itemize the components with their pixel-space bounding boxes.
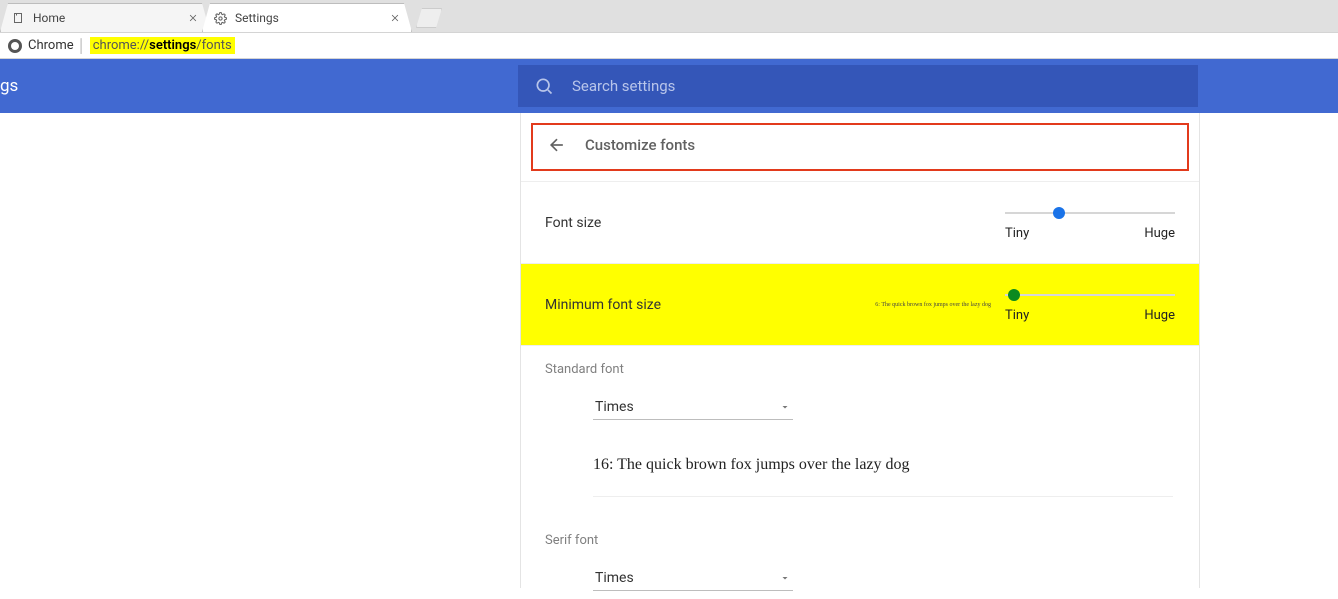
standard-font-sample: 16: The quick brown fox jumps over the l… xyxy=(593,450,1173,497)
minimum-font-size-row: Minimum font size 6: The quick brown fox… xyxy=(521,264,1199,346)
omnibox-row: Chrome │ chrome://settings/fonts xyxy=(0,32,1338,59)
tab-home[interactable]: Home xyxy=(0,3,210,32)
omnibox-url[interactable]: chrome://settings/fonts xyxy=(90,37,235,54)
serif-font-label: Serif font xyxy=(545,533,1175,548)
minimum-font-size-sample: 6: The quick brown fox jumps over the la… xyxy=(875,302,991,308)
tab-title: Settings xyxy=(235,11,389,25)
slider-min-label: Tiny xyxy=(1005,308,1029,323)
slider-min-label: Tiny xyxy=(1005,226,1029,241)
browser-tab-strip: Home Settings xyxy=(0,0,1338,32)
dropdown-value: Times xyxy=(595,399,779,415)
tab-settings[interactable]: Settings xyxy=(202,3,412,32)
serif-font-section: Serif font Times xyxy=(521,517,1199,599)
font-size-slider[interactable] xyxy=(1005,204,1175,222)
settings-header: gs xyxy=(0,59,1338,113)
settings-heading-fragment: gs xyxy=(0,76,20,96)
settings-panel: Customize fonts Font size Tiny Huge Mini… xyxy=(520,113,1200,588)
chevron-down-icon xyxy=(779,401,791,413)
omnibox-origin: Chrome xyxy=(28,38,74,53)
tab-close-icon[interactable] xyxy=(389,12,401,24)
chrome-icon xyxy=(8,39,22,53)
new-tab-button[interactable] xyxy=(416,8,442,28)
standard-font-section: Standard font Times 16: The quick brown … xyxy=(521,346,1199,517)
tab-title: Home xyxy=(33,11,187,25)
search-input[interactable] xyxy=(572,77,1182,95)
tab-favicon xyxy=(11,11,25,25)
customize-fonts-header: Customize fonts xyxy=(531,123,1189,171)
font-size-row: Font size Tiny Huge xyxy=(521,181,1199,264)
search-icon xyxy=(534,76,554,96)
search-settings-box[interactable] xyxy=(518,65,1198,107)
minimum-font-size-label: Minimum font size xyxy=(545,297,875,313)
chevron-down-icon xyxy=(779,572,791,584)
dropdown-value: Times xyxy=(595,570,779,586)
serif-font-dropdown[interactable]: Times xyxy=(593,566,793,591)
font-size-label: Font size xyxy=(545,215,1005,231)
standard-font-dropdown[interactable]: Times xyxy=(593,395,793,420)
standard-font-label: Standard font xyxy=(545,362,1175,377)
subheader-title: Customize fonts xyxy=(585,136,695,154)
page-body: Customize fonts Font size Tiny Huge Mini… xyxy=(0,113,1338,588)
gear-icon xyxy=(213,11,227,25)
slider-max-label: Huge xyxy=(1144,308,1175,323)
tab-close-icon[interactable] xyxy=(187,12,199,24)
back-arrow-icon[interactable] xyxy=(547,135,567,155)
slider-max-label: Huge xyxy=(1144,226,1175,241)
minimum-font-size-slider[interactable] xyxy=(1005,286,1175,304)
